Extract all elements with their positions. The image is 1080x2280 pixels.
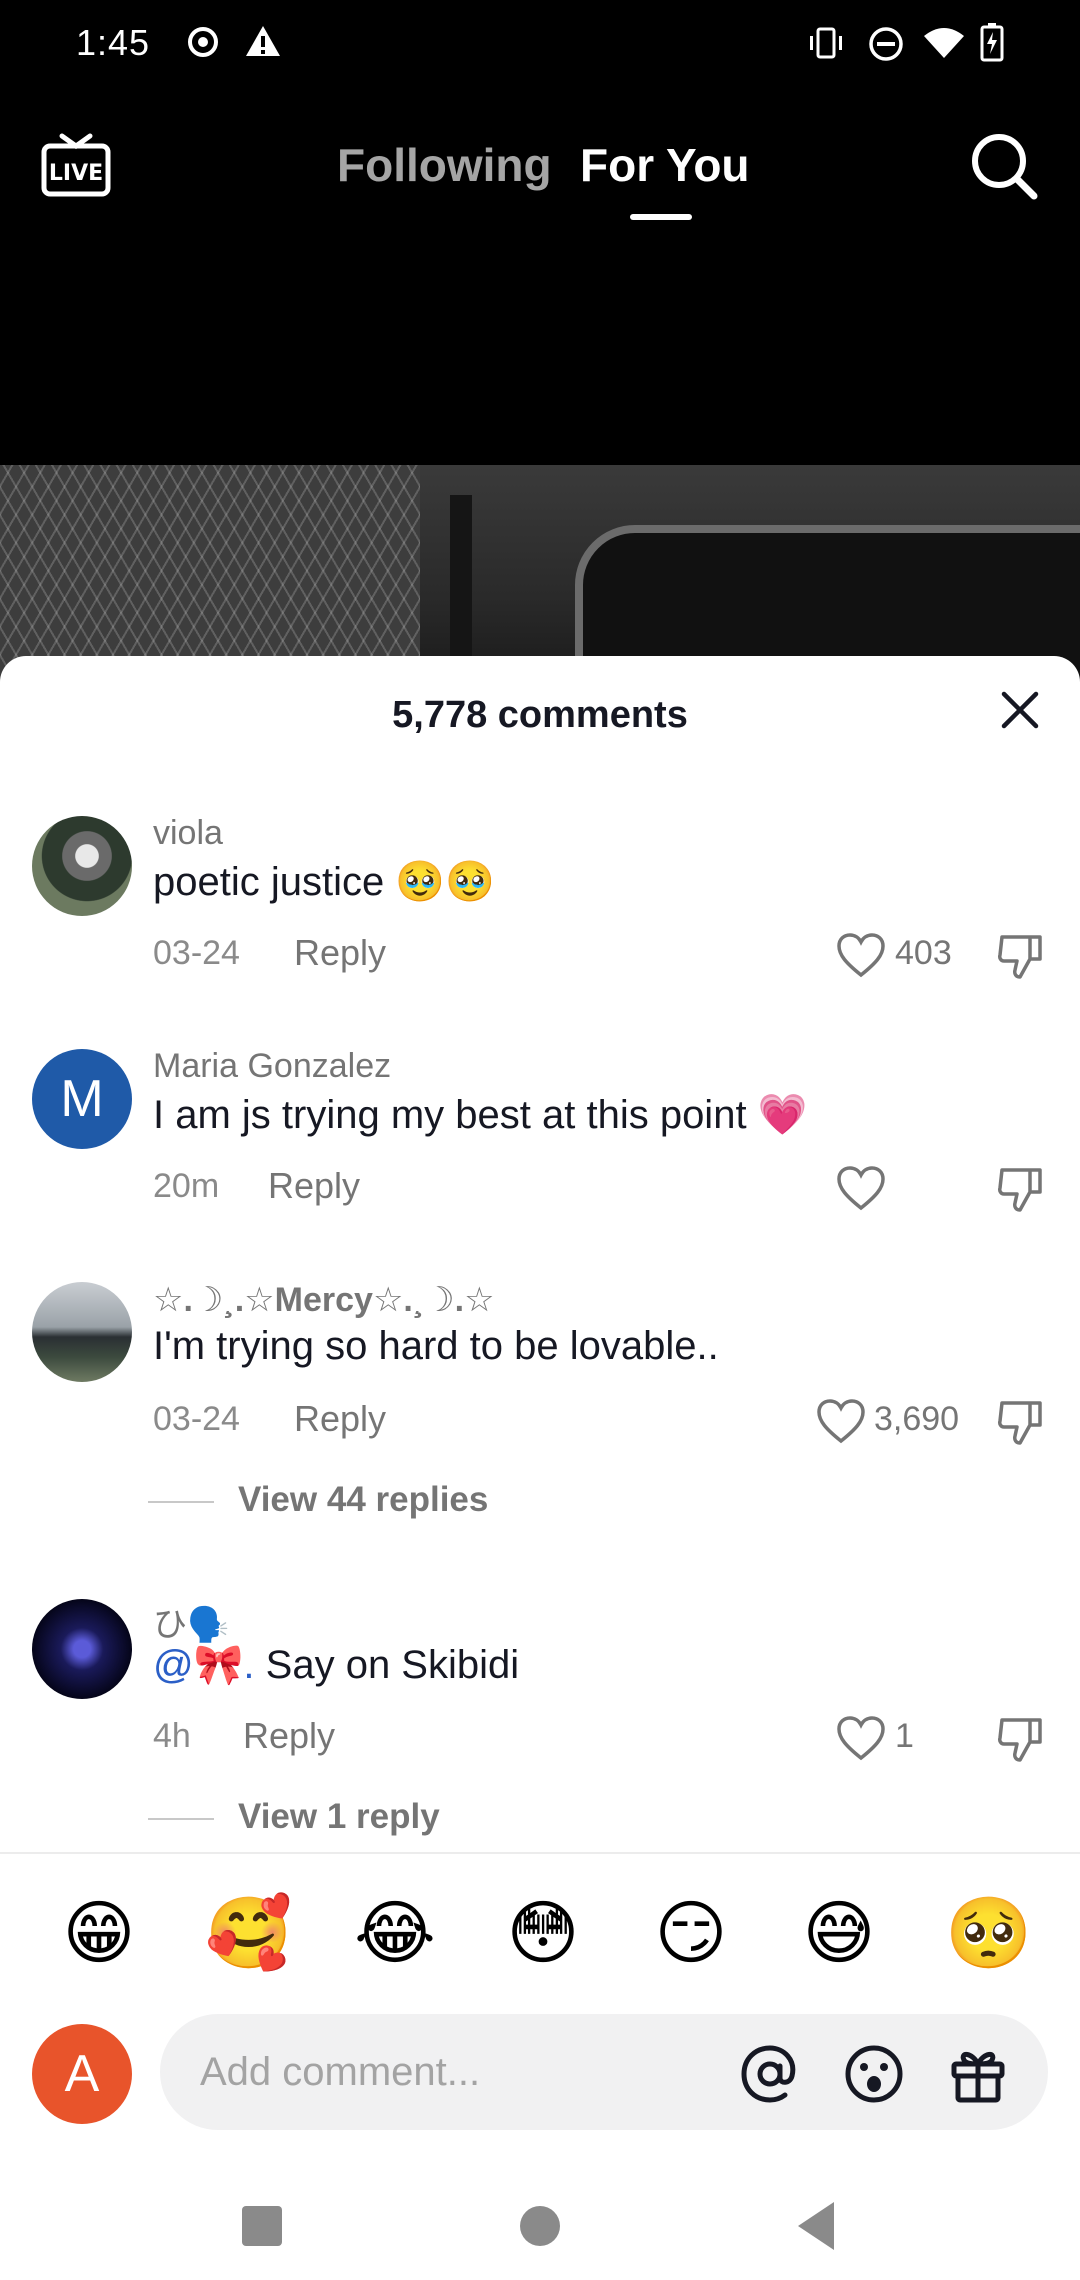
close-icon[interactable]	[996, 686, 1044, 734]
view-replies-label: View 1 reply	[238, 1797, 440, 1836]
live-icon[interactable]: LIVE	[40, 128, 112, 200]
vibrate-icon	[810, 27, 842, 59]
record-icon	[188, 27, 218, 57]
replies-divider-line	[148, 1817, 214, 1820]
dislike-icon[interactable]	[996, 1164, 1046, 1214]
comment-username[interactable]: ひ🗣️	[153, 1597, 229, 1646]
svg-text:LIVE: LIVE	[49, 161, 103, 186]
replies-divider-line	[148, 1500, 214, 1503]
comment-date: 4h	[153, 1717, 191, 1755]
mention-icon[interactable]	[738, 2042, 802, 2106]
comment-date: 03-24	[153, 1400, 240, 1438]
heart-icon[interactable]	[816, 1397, 866, 1447]
status-bar: 1:45	[0, 0, 1080, 90]
emoji-smiling-hearts[interactable]: 🥰	[205, 1891, 292, 1975]
emoji-sweat-smile[interactable]: 😅	[797, 1891, 881, 1975]
heart-icon[interactable]	[836, 931, 886, 981]
status-time: 1:45	[76, 22, 151, 63]
system-nav-bar	[0, 2176, 1080, 2280]
video-fence	[0, 465, 420, 685]
emoji-smirk[interactable]: 😏	[649, 1891, 733, 1975]
avatar[interactable]	[32, 1282, 132, 1382]
wifi-icon	[924, 28, 964, 58]
emoji-joy[interactable]: 😂	[353, 1891, 437, 1975]
like-count: 403	[895, 934, 952, 972]
comments-sheet: 5,778 comments viola poetic justice 🥹🥹 0…	[0, 656, 1080, 2280]
back-icon[interactable]	[794, 2200, 838, 2252]
dislike-icon[interactable]	[996, 1397, 1046, 1447]
avatar[interactable]	[32, 1599, 132, 1699]
home-icon[interactable]	[518, 2204, 562, 2248]
comment-username[interactable]: Maria Gonzalez	[153, 1047, 391, 1086]
view-replies-label: View 44 replies	[238, 1480, 489, 1519]
comments-count-title: 5,778 comments	[392, 694, 688, 736]
my-avatar: A	[32, 2024, 132, 2124]
comment-text-body: Say on Skibidi	[265, 1643, 520, 1687]
comment-text: poetic justice 🥹🥹	[153, 860, 495, 904]
comment-username[interactable]: ☆.☽¸.☆Mercy☆.¸☽.☆	[153, 1280, 495, 1320]
comment-text: I am js trying my best at this point 💗	[153, 1093, 808, 1137]
battery-icon	[980, 23, 1004, 62]
reply-button[interactable]: Reply	[243, 1715, 335, 1757]
view-replies-button[interactable]: View 44 replies	[148, 1480, 488, 1520]
reply-button[interactable]: Reply	[294, 1398, 386, 1440]
comment-composer: A	[0, 2010, 1080, 2130]
gift-icon[interactable]	[946, 2042, 1010, 2106]
dislike-icon[interactable]	[996, 931, 1046, 981]
like-count: 3,690	[874, 1400, 960, 1438]
video-frame[interactable]	[0, 465, 1080, 685]
dislike-icon[interactable]	[996, 1714, 1046, 1764]
dnd-icon	[869, 27, 903, 61]
warning-icon	[246, 26, 280, 56]
tab-following[interactable]: Following	[337, 138, 552, 192]
comment-input[interactable]	[160, 2014, 1048, 2130]
tab-for-you[interactable]: For You	[580, 138, 750, 192]
comment-date: 20m	[153, 1167, 220, 1205]
avatar[interactable]	[32, 816, 132, 916]
comment-username[interactable]: viola	[153, 814, 223, 853]
emoji-picker-icon[interactable]	[842, 2042, 906, 2106]
heart-icon[interactable]	[836, 1164, 886, 1214]
emoji-pleading[interactable]: 🥺	[945, 1891, 1032, 1975]
like-count: 1	[895, 1717, 914, 1755]
reply-button[interactable]: Reply	[268, 1165, 360, 1207]
composer-divider	[0, 1852, 1080, 1854]
comment-text: @🎀. Say on Skibidi	[153, 1641, 519, 1688]
top-nav: LIVE Following For You	[0, 90, 1080, 230]
mention-link[interactable]: @🎀.	[153, 1643, 255, 1687]
search-icon[interactable]	[968, 130, 1040, 202]
emoji-grin[interactable]: 😁	[57, 1891, 141, 1975]
emoji-quick-bar: 😁 🥰 😂 😳 😏 😅 🥺	[0, 1891, 1080, 1991]
video-area[interactable]	[0, 230, 1080, 465]
emoji-flushed[interactable]: 😳	[501, 1891, 585, 1975]
view-replies-button[interactable]: View 1 reply	[148, 1797, 440, 1837]
active-tab-indicator	[630, 214, 692, 220]
recents-icon[interactable]	[240, 2204, 284, 2248]
reply-button[interactable]: Reply	[294, 932, 386, 974]
heart-icon[interactable]	[836, 1714, 886, 1764]
avatar[interactable]: M	[32, 1049, 132, 1149]
comment-text: I'm trying so hard to be lovable..	[153, 1324, 719, 1368]
comment-date: 03-24	[153, 934, 240, 972]
